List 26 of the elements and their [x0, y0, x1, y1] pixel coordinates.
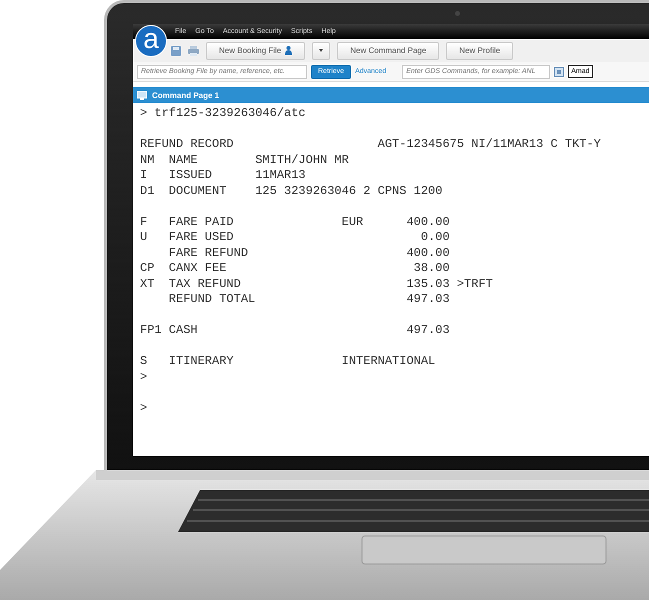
terminal-line: NM NAME SMITH/JOHN MR — [140, 152, 350, 168]
command-page-title: Command Page 1 — [152, 90, 220, 100]
terminal-line: S ITINERARY INTERNATIONAL — [140, 354, 436, 370]
terminal-line: > — [140, 370, 148, 385]
terminal-line: REFUND TOTAL 497.03 — [168, 292, 451, 308]
terminal-line: > — [140, 400, 148, 416]
terminal-line: CP CANX FEE 38.00 — [140, 261, 451, 276]
person-icon — [285, 46, 292, 55]
dropdown-button[interactable] — [312, 42, 330, 60]
toolbar-button[interactable]: New Command Page — [337, 42, 440, 60]
terminal-line: XT TAX REFUND 135.03 >TRFT — [140, 276, 494, 292]
terminal-line: FARE REFUND 400.00 — [168, 246, 451, 261]
save-icon[interactable] — [171, 46, 181, 56]
new-booking-button[interactable]: New Booking File — [206, 42, 306, 60]
terminal-line: FP1 CASH 497.03 — [140, 323, 451, 338]
grid-icon[interactable] — [554, 66, 564, 76]
camera-icon — [455, 11, 460, 16]
terminal-icon — [137, 90, 147, 100]
terminal-line: > trf125-3239263046/atc — [140, 106, 307, 122]
terminal-line: D1 DOCUMENT 125 3239263046 2 CPNS 1200 — [140, 184, 444, 199]
terminal-line: REFUND RECORD AGT-12345675 NI/11MAR13 C TKT-Y — [140, 137, 602, 152]
terminal-line: I ISSUED 11MAR13 — [140, 168, 307, 184]
toolbar-button[interactable]: New Profile — [446, 42, 514, 60]
print-icon[interactable] — [188, 46, 199, 56]
terminal-line: U FARE USED 0.00 — [140, 230, 451, 246]
terminal-line: F FARE PAID EUR 400.00 — [140, 214, 451, 230]
